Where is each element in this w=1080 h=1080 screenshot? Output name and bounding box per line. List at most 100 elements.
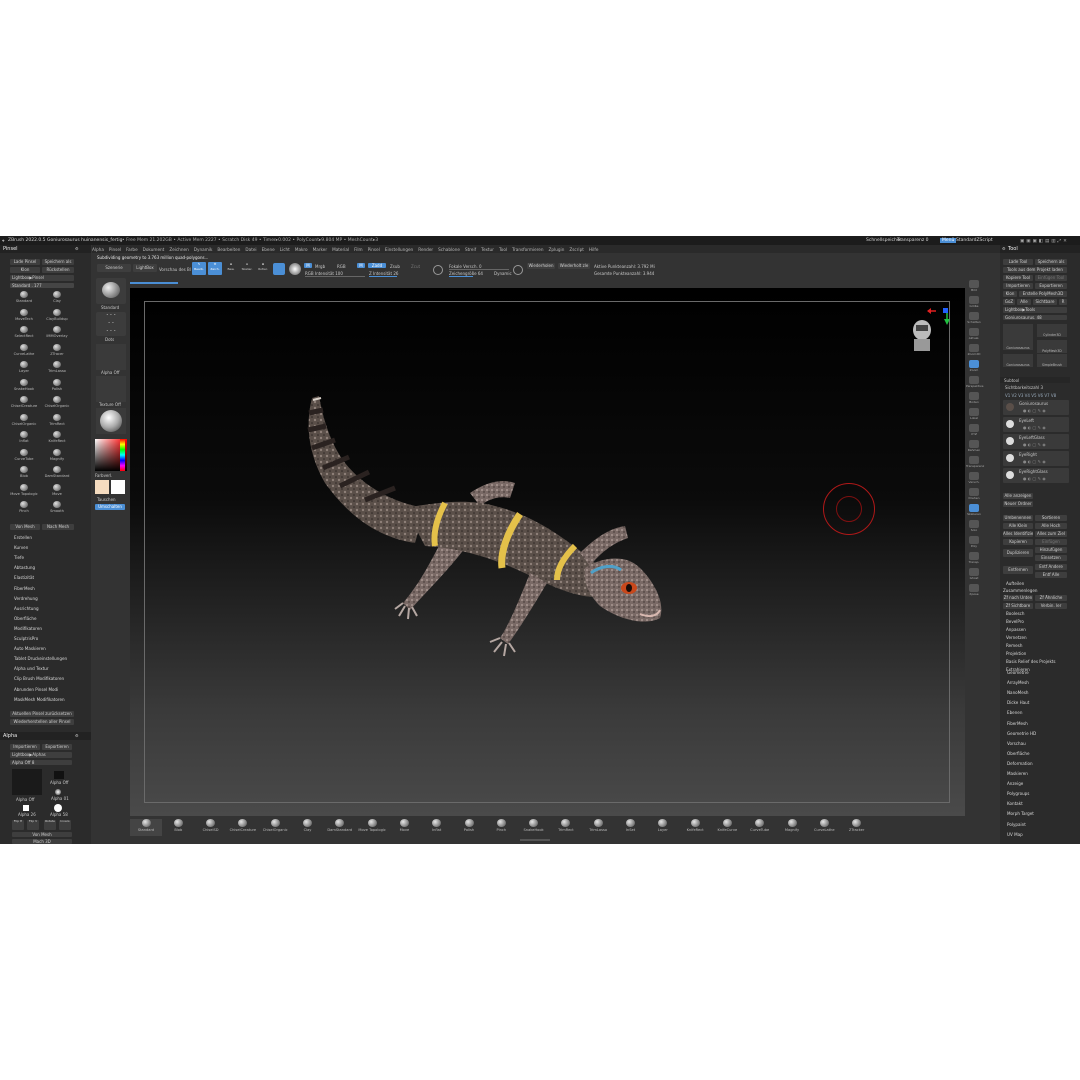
- tool-section-item[interactable]: Oberfläche: [1007, 751, 1029, 756]
- flip-v-button[interactable]: Flip V: [27, 820, 39, 830]
- clone-tool-button[interactable]: Klon: [1003, 291, 1017, 297]
- tool-thumb[interactable]: Goniurosaurus: [1003, 324, 1033, 350]
- stroke-dots-icon[interactable]: · · · · · · · ·: [96, 312, 126, 336]
- reset-current-brush-button[interactable]: Aktuellen Pinsel zurücksetzen: [10, 711, 74, 717]
- tool-thumb[interactable]: PolyMesh3D: [1037, 340, 1067, 353]
- menu-item[interactable]: Pinsel: [109, 247, 121, 252]
- shelf-brush[interactable]: Move: [388, 819, 420, 836]
- copy-subtool-button[interactable]: Kopieren: [1003, 539, 1033, 545]
- material-slot[interactable]: [96, 408, 126, 434]
- hue-slider[interactable]: [120, 439, 125, 471]
- view-tool-button[interactable]: Bild: [966, 280, 982, 294]
- menu-item[interactable]: Zscript: [569, 247, 584, 252]
- m-button[interactable]: M: [304, 263, 312, 268]
- brush-section-item[interactable]: Tiefe: [14, 555, 24, 560]
- remesh-section[interactable]: Anpassen: [1006, 627, 1026, 632]
- subdiv-levels[interactable]: V1 V2 V3 V4 V5 V6 V7 V8: [1005, 393, 1056, 398]
- tool-section-item[interactable]: Geometrie: [1007, 670, 1029, 675]
- view-tool-button[interactable]: Zoom: [966, 360, 982, 374]
- menu-item[interactable]: Material: [332, 247, 349, 252]
- merge-down-button[interactable]: Zf nach Unten: [1003, 595, 1033, 601]
- shelf-brush[interactable]: Layer: [647, 819, 679, 836]
- brush-tile[interactable]: ChiselOrganic: [43, 396, 71, 411]
- view-tool-button[interactable]: Boden: [966, 392, 982, 406]
- list-all-button[interactable]: Alle anzeigen: [1003, 493, 1033, 499]
- document-canvas[interactable]: [130, 288, 965, 816]
- shelf-brush[interactable]: KnifeCurve: [711, 819, 743, 836]
- view-tool-button[interactable]: Drehen: [966, 488, 982, 502]
- lightbox-button[interactable]: LightBox: [133, 264, 157, 272]
- shelf-brush[interactable]: Standard: [130, 819, 162, 836]
- view-tool-button[interactable]: Versch.: [966, 472, 982, 486]
- tool-section-item[interactable]: Polygroups: [1007, 791, 1029, 796]
- zsub-button[interactable]: Zsub: [390, 264, 400, 269]
- current-brush-slider[interactable]: Standard . 177: [10, 283, 74, 288]
- merge-visible-button[interactable]: Zf Sichtbare: [1003, 603, 1033, 609]
- tool-section-item[interactable]: Polypaint: [1007, 822, 1026, 827]
- zadd-button[interactable]: Zadd: [368, 263, 386, 268]
- all-low-button[interactable]: Alle Klein: [1003, 523, 1033, 529]
- tool-section-item[interactable]: ArrayMesh: [1007, 680, 1029, 685]
- rotate-button[interactable]: ⊠ Rotier.: [256, 262, 270, 275]
- view-tool-button[interactable]: Aktual.: [966, 328, 982, 342]
- brush-section-item[interactable]: Tablet Druckeinstellungen: [14, 656, 67, 661]
- view-tool-button[interactable]: XYZ: [966, 424, 982, 438]
- alpha-lightbox-button[interactable]: Lightbox▶Alphas: [10, 752, 72, 758]
- insert-button[interactable]: Einsetzen: [1035, 555, 1067, 561]
- brush-tile[interactable]: Inflat: [10, 431, 38, 446]
- tool-section-item[interactable]: Vorschau: [1007, 741, 1026, 746]
- alpha-58-thumb[interactable]: [54, 804, 62, 812]
- draw-button[interactable]: ✥ Zeich.: [208, 262, 222, 275]
- subtool-toggle-icons[interactable]: ● ◐ ▢ ✎ ◉: [1023, 476, 1046, 481]
- view-tool-button[interactable]: Ghost: [966, 568, 982, 582]
- save-brush-button[interactable]: Speichern als: [42, 259, 74, 265]
- view-tool-button[interactable]: Poly: [966, 536, 982, 550]
- shelf-brush[interactable]: Inflat: [421, 819, 453, 836]
- replay-last-rel-button[interactable]: Wiederholt zle: [558, 263, 590, 269]
- view-tool-button[interactable]: Perspektive: [966, 376, 983, 390]
- brush-tile[interactable]: Standard: [10, 291, 38, 306]
- shelf-brush[interactable]: SnakeHook: [518, 819, 550, 836]
- identify-all-button[interactable]: Alles Identifizieren: [1003, 531, 1033, 537]
- view-tool-button[interactable]: Transp.: [966, 552, 982, 566]
- tool-section-item[interactable]: UV Map: [1007, 832, 1023, 837]
- shelf-brush[interactable]: Polish: [453, 819, 485, 836]
- menu-item[interactable]: Zplugin: [549, 247, 565, 252]
- menu-item[interactable]: Film: [354, 247, 363, 252]
- brush-section-item[interactable]: Kurven: [14, 545, 28, 550]
- merge-section[interactable]: Zusammenlegen: [1003, 588, 1038, 593]
- texture-slot[interactable]: [96, 376, 126, 402]
- brush-tile[interactable]: Polish: [43, 378, 71, 394]
- view-tool-button[interactable]: Größe: [966, 296, 982, 310]
- alpha-from-mesh-button[interactable]: Von Mesh: [12, 832, 72, 837]
- alpha-01-thumb[interactable]: [55, 789, 61, 795]
- shelf-brush[interactable]: Clay: [292, 819, 324, 836]
- shelf-brush[interactable]: ChiselCreature: [227, 819, 259, 836]
- default-script-button[interactable]: StandardZScript: [956, 238, 993, 243]
- brush-section-item[interactable]: Erstellen: [14, 535, 32, 540]
- shelf-brush[interactable]: ChiselOrganic: [259, 819, 291, 836]
- brush-tile[interactable]: Smooth: [43, 501, 71, 516]
- mrgb-button[interactable]: Mrgb: [315, 264, 325, 269]
- alpha-current-slider[interactable]: Alpha Off 8: [10, 760, 72, 765]
- menu-item[interactable]: Dokument: [143, 247, 165, 252]
- focal-shift-track[interactable]: [449, 269, 509, 270]
- brush-tile[interactable]: SnakeHook: [10, 378, 38, 394]
- split-section[interactable]: Aufteilen: [1006, 581, 1024, 586]
- brush-section-item[interactable]: Modifikatoren: [14, 626, 42, 631]
- goz-visible-button[interactable]: Sichtbare: [1033, 299, 1057, 305]
- brush-tile[interactable]: SelectRect: [10, 326, 38, 341]
- brush-section-item[interactable]: FiberMesh: [14, 586, 35, 591]
- brush-tile[interactable]: TrimRect: [43, 413, 71, 429]
- dynamic-toggle[interactable]: Dynamic: [494, 271, 512, 276]
- brush-tile[interactable]: Layer: [10, 361, 38, 376]
- menu-item[interactable]: Datei: [245, 247, 256, 252]
- brush-tile[interactable]: CurveTube: [10, 448, 38, 464]
- delete-all-button[interactable]: Entf Alle: [1035, 572, 1067, 578]
- rotate-alpha-button[interactable]: Rotate: [44, 820, 56, 830]
- focal-shift-icon[interactable]: [433, 265, 443, 275]
- subtool-toggle-icons[interactable]: ● ◐ ▢ ✎ ◉: [1023, 408, 1046, 413]
- tool-section-item[interactable]: Kontakt: [1007, 801, 1023, 806]
- alternate-color-button[interactable]: Umschalten: [95, 504, 125, 510]
- subtool-header[interactable]: Subtool: [1000, 377, 1070, 383]
